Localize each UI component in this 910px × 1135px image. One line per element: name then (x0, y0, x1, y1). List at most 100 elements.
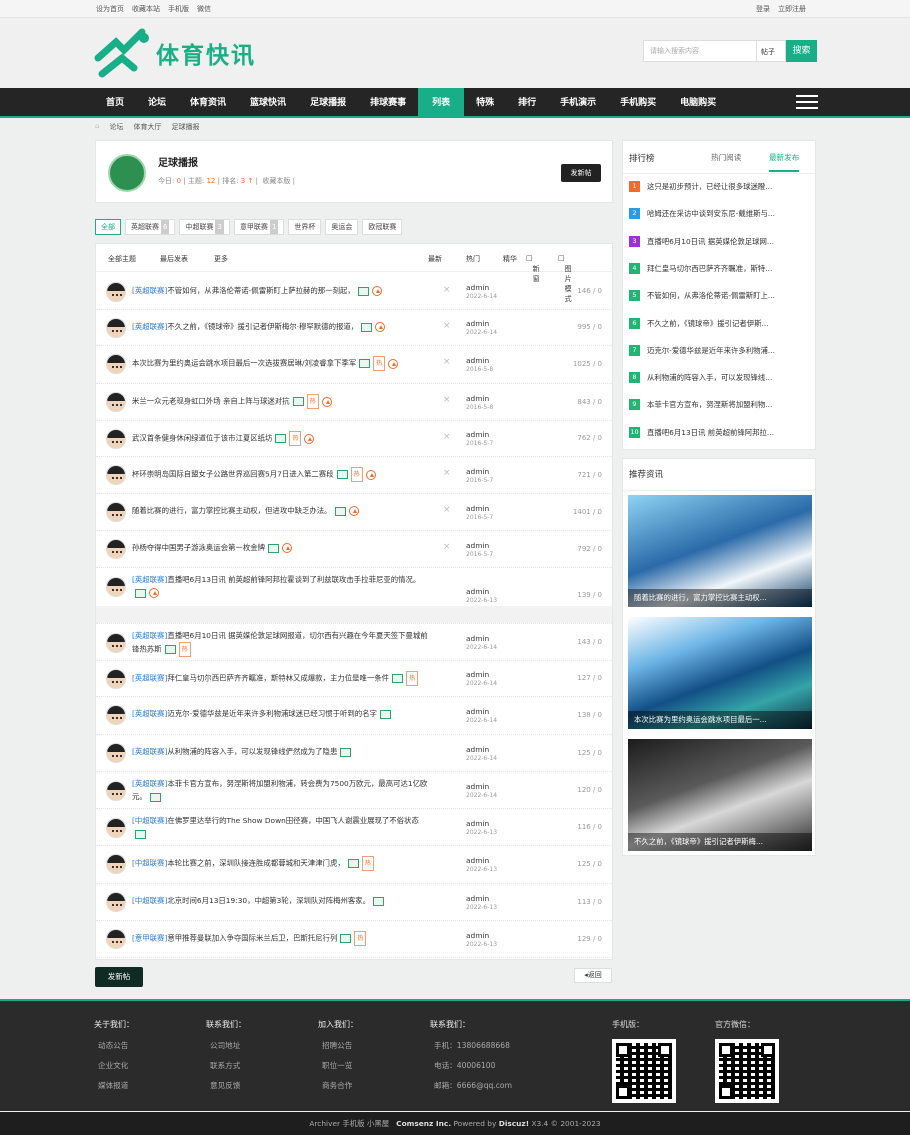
table-row[interactable]: [英超联赛]本菲卡官方宣布，努涅斯将加盟利物浦，转会费为7500万欧元，最高可达… (96, 772, 612, 809)
footer-link[interactable]: 公司地址 (206, 1040, 246, 1051)
thread-title-text[interactable]: 本次比赛为里约奥运会跳水项目最后一次选拔赛居琳/刘凌睿拿下季军 (132, 359, 356, 368)
footer-link[interactable]: 媒体报道 (94, 1080, 134, 1091)
table-row[interactable]: [中超联赛]本轮比赛之前，深圳队接连胜成都蓉城和天津津门虎， 热 admin 2022… (96, 846, 612, 884)
avatar[interactable] (106, 633, 126, 653)
footer-link[interactable]: 邮箱：6666@qq.com (430, 1080, 512, 1091)
avatar[interactable] (106, 318, 126, 338)
category-tab[interactable]: 奥运会 (325, 219, 359, 235)
rank-title[interactable]: 不久之前，《镜球帝》援引记者伊斯... (647, 318, 769, 329)
thread-author[interactable]: admin (466, 283, 489, 292)
thread-title[interactable]: [中超联赛]在佛罗里达举行的The Show Down田径赛，中国飞人谢震业展现… (132, 814, 432, 840)
thread-author[interactable]: admin (466, 394, 489, 403)
thread-tag[interactable]: [中超联赛] (132, 859, 167, 868)
table-row[interactable]: [英超联赛]直播吧6月10日讯 据英媒伦敦足球网报道，切尔西有兴趣在今年夏天签下… (96, 624, 612, 661)
thread-author[interactable]: admin (466, 931, 489, 940)
thread-author[interactable]: admin (466, 587, 489, 596)
category-tab[interactable]: 世界杯 (288, 219, 322, 235)
table-row[interactable]: 米兰一众元老现身虹口外场 亲自上阵与球迷对抗 热 × admin 2016-5-8 843… (96, 384, 612, 421)
table-row[interactable]: [中超联赛]北京时间6月13日19:30，中超第3轮，深圳队对阵梅州客家。 adm… (96, 884, 612, 921)
nav-item[interactable]: 手机演示 (548, 88, 608, 116)
footer-link[interactable]: 联系方式 (206, 1060, 246, 1071)
thread-title[interactable]: 孙杨夺得中国男子游泳奥运会第一枚金牌 (132, 541, 432, 554)
thread-tag[interactable]: [英超联赛] (132, 286, 167, 295)
avatar[interactable] (106, 669, 126, 689)
close-icon[interactable]: × (443, 432, 451, 442)
thread-tag[interactable]: [中超联赛] (132, 896, 167, 905)
avatar[interactable] (106, 705, 126, 725)
table-row[interactable]: [英超联赛]拜仁皇马切尔西巴萨齐齐瞩准，斯特林又成爆款，主力位是唯一条件 热 adm… (96, 661, 612, 697)
table-row[interactable]: [英超联赛]不管如何，从弗洛伦蒂诺-佩雷斯盯上萨拉赫的那一刻起， × admin 20… (96, 274, 612, 310)
filter-more[interactable]: 更多 (214, 254, 228, 264)
nav-item[interactable]: 足球播报 (298, 88, 358, 116)
top-link[interactable]: 登录 (756, 5, 770, 13)
footer-link[interactable]: 职位一览 (318, 1060, 358, 1071)
rank-title[interactable]: 本菲卡官方宣布，努涅斯将加盟利物... (647, 399, 772, 410)
category-tab[interactable]: 中超联赛 3 (179, 219, 230, 235)
footer-link[interactable]: 动态公告 (94, 1040, 134, 1051)
rank-item[interactable]: 2 哈姆还在采访中谈到安东尼-戴维斯与... (629, 208, 811, 220)
thread-title-text[interactable]: 在佛罗里达举行的The Show Down田径赛，中国飞人谢震业展现了不俗状态 (167, 816, 419, 825)
thread-title-text[interactable]: 不久之前，《镜球帝》援引记者伊斯梅尔·穆罕默德的报道， (167, 322, 358, 331)
thread-author[interactable]: admin (466, 670, 489, 679)
table-row[interactable]: 随着比赛的进行，富力掌控比赛主动权，但进攻中缺乏办法。 × admin 2016-5-… (96, 494, 612, 531)
top-link[interactable]: 手机版 (168, 5, 189, 13)
table-row[interactable]: 孙杨夺得中国男子游泳奥运会第一枚金牌 × admin 2016-5-7 792 / 0 (96, 531, 612, 568)
new-thread-button-bottom[interactable]: 发新帖 (95, 967, 143, 987)
footer-link[interactable]: 电话：40006100 (430, 1060, 512, 1071)
recommend-caption[interactable]: 不久之前，《镜球帝》援引记者伊斯梅... (628, 833, 812, 851)
top-link[interactable]: 设为首页 (96, 5, 124, 13)
category-tab[interactable]: 意甲联赛 1 (233, 219, 285, 235)
thread-title[interactable]: [英超联赛]直播吧6月13日讯 前英超前锋阿邦拉霍谈到了利兹联攻击手拉菲尼亚的情… (132, 573, 432, 599)
rank-title[interactable]: 哈姆还在采访中谈到安东尼-戴维斯与... (647, 208, 775, 219)
thread-title[interactable]: 杯环崇明岛国际自盟女子公路世界巡回赛5月7日进入第二赛段 热 (132, 467, 432, 482)
thread-title[interactable]: 米兰一众元老现身虹口外场 亲自上阵与球迷对抗 热 (132, 394, 432, 409)
pic-mode-checkbox[interactable]: □ 图片模式 (558, 254, 572, 303)
rank-item[interactable]: 9 本菲卡官方宣布，努涅斯将加盟利物... (629, 399, 811, 411)
table-row[interactable]: 本次比赛为里约奥运会跳水项目最后一次选拔赛居琳/刘凌睿拿下季军 热 × admin 20… (96, 346, 612, 384)
thread-tag[interactable]: [意甲联赛] (132, 934, 167, 943)
top-link[interactable]: 微信 (197, 5, 211, 13)
thread-title[interactable]: [英超联赛]从利物浦的阵容入手，可以发现锋线俨然成为了隐患 (132, 745, 432, 758)
recommend-image[interactable]: 不久之前，《镜球帝》援引记者伊斯梅... (628, 739, 812, 851)
breadcrumb-item[interactable]: 体育大厅 (133, 122, 161, 132)
nav-item[interactable]: 篮球快讯 (238, 88, 298, 116)
menu-icon[interactable] (796, 95, 818, 111)
thread-title-text[interactable]: 北京时间6月13日19:30，中超第3轮，深圳队对阵梅州客家。 (167, 896, 370, 905)
home-icon[interactable]: ⌂ (95, 122, 99, 132)
footer-link[interactable]: 手机：13806688668 (430, 1040, 512, 1051)
thread-tag[interactable]: [英超联赛] (132, 322, 167, 331)
rank-item[interactable]: 4 拜仁皇马切尔西巴萨齐齐瞩准，斯特... (629, 262, 811, 274)
close-icon[interactable]: × (443, 468, 451, 478)
search-button[interactable]: 搜索 (786, 40, 817, 62)
nav-item[interactable]: 论坛 (136, 88, 178, 116)
recommend-image[interactable]: 随着比赛的进行，富力掌控比赛主动权... (628, 495, 812, 607)
avatar[interactable] (106, 539, 126, 559)
nav-item[interactable]: 列表 (418, 88, 465, 116)
rank-item[interactable]: 3 直播吧6月10日讯 据英媒伦敦足球网... (629, 235, 811, 247)
avatar[interactable] (106, 392, 126, 412)
thread-author[interactable]: admin (466, 745, 489, 754)
close-icon[interactable]: × (443, 357, 451, 367)
thread-tag[interactable]: [英超联赛] (132, 631, 167, 640)
thread-tag[interactable]: [英超联赛] (132, 747, 167, 756)
rank-item[interactable]: 5 不管如何，从弗洛伦蒂诺-佩雷斯盯上... (629, 290, 811, 302)
thread-author[interactable]: admin (466, 894, 489, 903)
thread-tag[interactable]: [英超联赛] (132, 709, 167, 718)
avatar[interactable] (106, 429, 126, 449)
thread-title[interactable]: [中超联赛]本轮比赛之前，深圳队接连胜成都蓉城和天津津门虎， 热 (132, 856, 432, 871)
rank-title[interactable]: 不管如何，从弗洛伦蒂诺-佩雷斯盯上... (647, 290, 775, 301)
tab-hot-read[interactable]: 热门阅读 (711, 152, 741, 163)
thread-title-text[interactable]: 孙杨夺得中国男子游泳奥运会第一枚金牌 (132, 543, 265, 552)
rank-title[interactable]: 迈克尔-爱德华兹是近年来许多利物浦... (647, 345, 775, 356)
thread-tag[interactable]: [中超联赛] (132, 816, 167, 825)
thread-author[interactable]: admin (466, 467, 489, 476)
filter-latest[interactable]: 最后发表 (160, 254, 188, 264)
table-row[interactable]: [英超联赛]从利物浦的阵容入手，可以发现锋线俨然成为了隐患 admin 2022-6… (96, 735, 612, 772)
tab-latest[interactable]: 最新发布 (769, 152, 800, 172)
top-link[interactable]: 收藏本站 (132, 5, 160, 13)
thread-title-text[interactable]: 意甲推荐曼联加入争夺国际米兰后卫，巴斯托尼行列 (167, 934, 337, 943)
new-window-checkbox[interactable]: □ 新窗 (526, 254, 540, 283)
close-icon[interactable]: × (443, 321, 451, 331)
top-link[interactable]: 立即注册 (778, 5, 806, 13)
thread-title[interactable]: 本次比赛为里约奥运会跳水项目最后一次选拔赛居琳/刘凌睿拿下季军 热 (132, 356, 432, 371)
